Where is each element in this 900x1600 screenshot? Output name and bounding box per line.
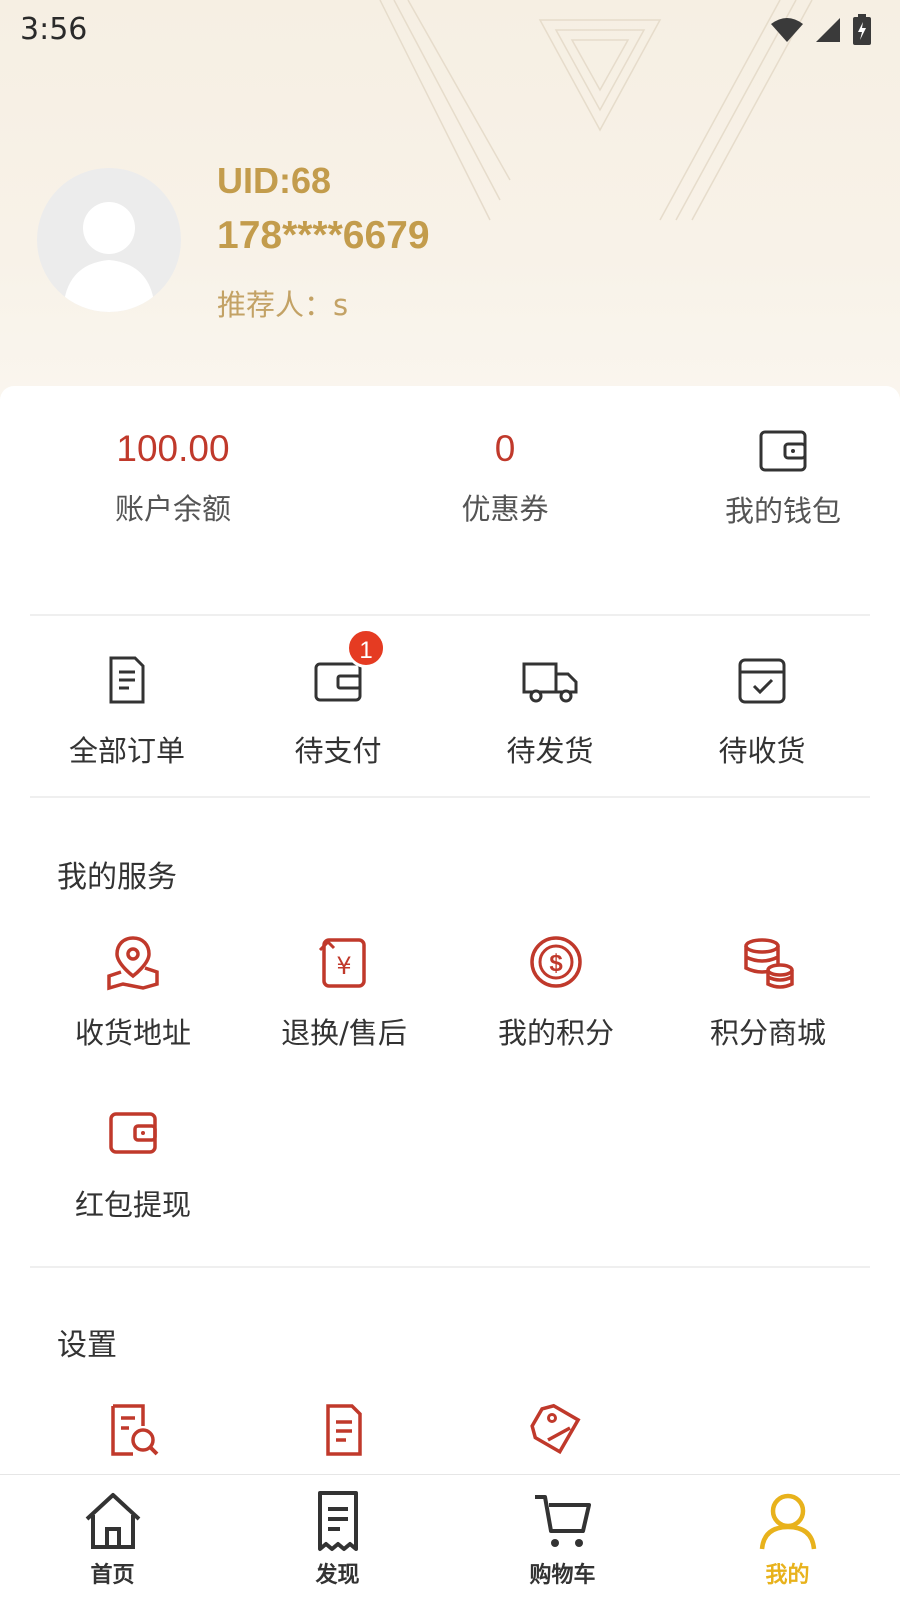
service-points[interactable]: $ 我的积分 xyxy=(446,932,666,1052)
avatar[interactable] xyxy=(37,168,181,312)
svg-text:¥: ¥ xyxy=(336,952,351,980)
tab-discover[interactable]: 发现 xyxy=(225,1475,450,1600)
battery-icon xyxy=(853,14,871,45)
service-points-mall[interactable]: 积分商城 xyxy=(658,932,878,1052)
refund-icon: ¥ xyxy=(318,938,366,988)
service-refund-label: 退换/售后 xyxy=(281,1016,407,1050)
map-pin-icon xyxy=(107,936,159,991)
pending-receipt-button[interactable]: 待收货 xyxy=(652,650,872,770)
status-time: 3:56 xyxy=(20,12,88,47)
balance-value: 100.00 xyxy=(116,428,230,469)
bottom-tab-bar: 首页 发现 购物车 我的 xyxy=(0,1474,900,1600)
dollar-coin-icon: $ xyxy=(530,936,582,988)
document-icon xyxy=(326,1404,362,1456)
tab-discover-label: 发现 xyxy=(315,1563,360,1588)
signal-icon xyxy=(816,18,840,42)
home-icon xyxy=(85,1493,140,1549)
service-points-label: 我的积分 xyxy=(497,1016,614,1050)
service-refund[interactable]: ¥ 退换/售后 xyxy=(234,932,454,1052)
account-stats: 100.00 账户余额 0 优惠券 我的钱包 xyxy=(0,386,900,612)
settings-item-1[interactable] xyxy=(23,1400,243,1460)
user-phone: 178****6679 xyxy=(217,214,430,257)
settings-title: 设置 xyxy=(57,1328,117,1363)
settings-item-3[interactable] xyxy=(446,1400,666,1460)
all-orders-button[interactable]: 全部订单 xyxy=(17,650,237,770)
service-points-mall-label: 积分商城 xyxy=(709,1016,826,1050)
user-icon xyxy=(759,1493,816,1550)
document-search-icon xyxy=(111,1404,159,1456)
tab-cart-label: 购物车 xyxy=(529,1563,596,1588)
service-address-label: 收货地址 xyxy=(74,1016,191,1050)
services-title: 我的服务 xyxy=(57,860,177,895)
tab-me[interactable]: 我的 xyxy=(675,1475,900,1600)
receipt-icon xyxy=(317,1491,358,1551)
coupons[interactable]: 0 优惠券 xyxy=(390,428,620,528)
my-wallet-button[interactable]: 我的钱包 xyxy=(668,428,898,530)
coupon-label: 优惠券 xyxy=(461,492,549,526)
pending-payment-label: 待支付 xyxy=(294,734,382,768)
user-uid: UID:68 xyxy=(217,160,332,201)
pending-payment-button[interactable]: 1 待支付 xyxy=(228,628,448,770)
default-avatar-icon xyxy=(63,202,155,312)
status-bar: 3:56 xyxy=(0,0,900,60)
all-orders-label: 全部订单 xyxy=(68,734,185,768)
service-red-packet-withdraw[interactable]: 红包提现 xyxy=(23,1104,243,1224)
divider xyxy=(30,796,870,798)
cart-icon xyxy=(534,1495,591,1547)
wallet-icon xyxy=(109,1112,157,1154)
service-red-packet-label: 红包提现 xyxy=(74,1188,191,1222)
divider xyxy=(30,1266,870,1268)
pending-shipment-label: 待发货 xyxy=(506,734,594,768)
referrer-label: 推荐人：s xyxy=(217,288,349,322)
pending-receipt-label: 待收货 xyxy=(718,734,806,768)
system-icons xyxy=(770,14,872,46)
service-address[interactable]: 收货地址 xyxy=(23,932,243,1052)
tab-home[interactable]: 首页 xyxy=(0,1475,225,1600)
coin-stack-icon xyxy=(744,938,794,989)
coupon-value: 0 xyxy=(494,428,516,469)
pending-shipment-button[interactable]: 待发货 xyxy=(440,650,660,770)
truck-icon xyxy=(522,662,578,703)
tag-icon xyxy=(530,1403,581,1455)
tab-cart[interactable]: 购物车 xyxy=(450,1475,675,1600)
pending-payment-badge: 1 xyxy=(346,628,386,668)
box-check-icon xyxy=(738,658,786,704)
balance-label: 账户余额 xyxy=(114,492,231,526)
wifi-icon xyxy=(771,18,803,42)
tab-me-label: 我的 xyxy=(765,1563,810,1588)
profile-header: 3:56 UID:68 178****6679 推荐人：s xyxy=(0,0,900,420)
order-list-icon xyxy=(109,656,145,704)
settings-item-2[interactable] xyxy=(234,1400,454,1460)
wallet-icon xyxy=(759,430,807,472)
divider xyxy=(30,614,870,616)
svg-text:$: $ xyxy=(549,950,563,977)
wallet-label: 我的钱包 xyxy=(724,494,841,528)
tab-home-label: 首页 xyxy=(90,1563,135,1588)
account-balance[interactable]: 100.00 账户余额 xyxy=(58,428,288,528)
